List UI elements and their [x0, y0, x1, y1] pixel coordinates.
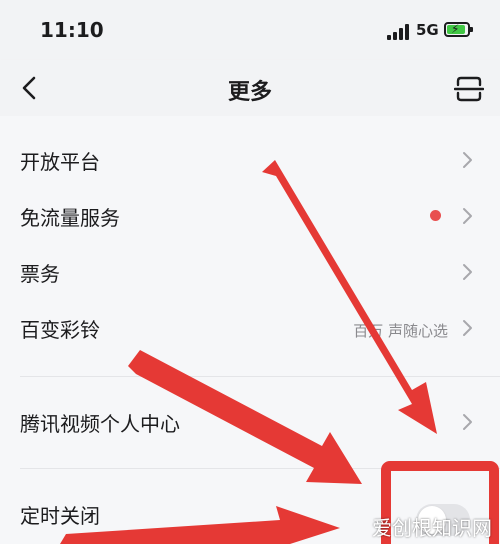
- menu-item-tickets[interactable]: 票务: [0, 244, 500, 300]
- menu-item-free-data[interactable]: 免流量服务: [0, 188, 500, 244]
- menu-item-ringtone[interactable]: 百变彩铃 百万 声随心选: [0, 300, 500, 356]
- watermark: 爱创根知识网: [372, 516, 492, 540]
- status-time: 11:10: [40, 18, 104, 42]
- settings-list: 开放平台 免流量服务 票务 百变彩铃 百万 声随心选 腾讯视频个人中心 定时关闭: [0, 116, 500, 544]
- chevron-right-icon: [463, 264, 472, 280]
- status-bar: 11:10 5G ⚡: [0, 0, 500, 60]
- menu-item-label: 开放平台: [20, 150, 100, 174]
- menu-item-subtitle: 百万 声随心选: [353, 322, 448, 340]
- page-title: 更多: [227, 80, 272, 105]
- menu-item-label: 免流量服务: [20, 206, 120, 230]
- chevron-right-icon: [463, 320, 472, 336]
- battery-icon: ⚡: [444, 22, 473, 37]
- signal-icon: [387, 24, 411, 40]
- network-label: 5G: [416, 21, 439, 39]
- divider: [20, 468, 500, 469]
- chevron-right-icon: [463, 152, 472, 168]
- menu-item-label: 腾讯视频个人中心: [20, 412, 180, 436]
- menu-item-video-center[interactable]: 腾讯视频个人中心: [0, 394, 500, 450]
- menu-item-open-platform[interactable]: 开放平台: [0, 132, 500, 188]
- scan-icon[interactable]: [454, 74, 484, 104]
- divider: [20, 376, 500, 377]
- chevron-right-icon: [463, 208, 472, 224]
- notification-dot: [430, 210, 441, 221]
- nav-bar: 更多: [0, 60, 500, 116]
- menu-item-label: 百变彩铃: [20, 318, 100, 342]
- menu-item-label: 定时关闭: [20, 504, 100, 528]
- chevron-right-icon: [463, 414, 472, 430]
- menu-item-label: 票务: [20, 262, 60, 286]
